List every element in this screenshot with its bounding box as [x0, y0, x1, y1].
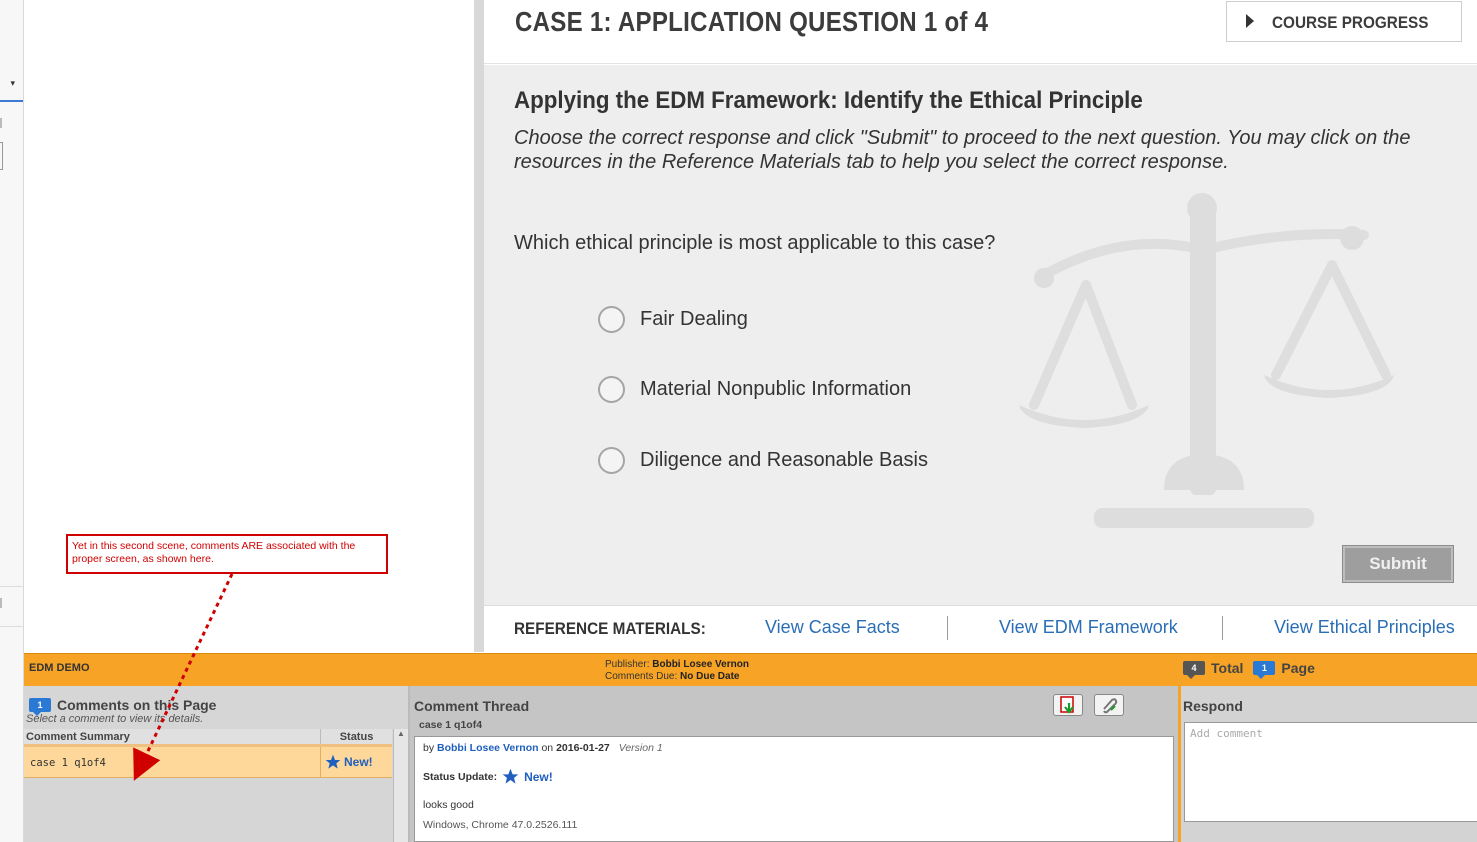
comment-date: 2016-01-27	[556, 742, 610, 754]
due-label: Comments Due:	[605, 671, 678, 682]
play-triangle-icon	[1246, 14, 1254, 28]
star-icon	[502, 768, 519, 784]
comment-thread-panel: Comment Thread case 1 q1of4 by Bobbi Los…	[410, 686, 1178, 842]
status-update-label: Status Update:	[423, 770, 498, 783]
pdf-download-icon[interactable]	[1053, 694, 1083, 716]
comment-totals: 4 Total 1 Page	[1183, 660, 1315, 679]
side-marker	[0, 598, 2, 608]
status-cell: New!	[321, 747, 392, 777]
side-marker	[0, 118, 2, 128]
publisher-name: Bobbi Losee Vernon	[652, 659, 749, 670]
project-name: EDM DEMO	[29, 662, 90, 674]
respond-panel: Respond	[1178, 686, 1477, 842]
comments-panel-subtitle: Select a comment to view its details.	[26, 713, 204, 725]
course-progress-button[interactable]: COURSE PROGRESS	[1226, 1, 1462, 42]
course-progress-label: COURSE PROGRESS	[1272, 13, 1429, 32]
page-title: CASE 1: APPLICATION QUESTION 1 of 4	[515, 6, 989, 37]
answer-option-material-nonpublic-information[interactable]: Material Nonpublic Information	[598, 376, 911, 403]
scales-of-justice-icon	[1019, 193, 1394, 528]
comment-count-badge: 1	[29, 698, 51, 716]
course-header: CASE 1: APPLICATION QUESTION 1 of 4 COUR…	[484, 0, 1477, 64]
link-separator	[1222, 616, 1223, 640]
comments-table: Comment Summary Status case 1 q1of4 New!	[24, 729, 392, 778]
due-value: No Due Date	[680, 671, 740, 682]
on-label: on	[541, 742, 554, 754]
question-content: Applying the EDM Framework: Identify the…	[484, 65, 1477, 605]
content-title: Applying the EDM Framework: Identify the…	[514, 87, 1143, 114]
chevron-down-icon: ▾	[10, 78, 15, 88]
column-header-status[interactable]: Status	[321, 729, 392, 744]
pdf-download-icon	[1060, 696, 1074, 714]
side-divider	[0, 626, 23, 627]
comment-browser-info: Windows, Chrome 47.0.2526.111	[423, 819, 578, 831]
table-row[interactable]: case 1 q1of4 New!	[24, 747, 392, 778]
side-dropdown[interactable]: ▾	[0, 66, 23, 102]
link-separator	[947, 616, 948, 640]
answer-option-diligence[interactable]: Diligence and Reasonable Basis	[598, 447, 928, 474]
add-comment-input[interactable]	[1184, 722, 1477, 822]
status-badge: New!	[524, 769, 553, 784]
comment-thread-entry: by Bobbi Losee Vernon on 2016-01-27 Vers…	[414, 736, 1174, 842]
status-badge: New!	[344, 755, 373, 769]
answer-option-label: Material Nonpublic Information	[640, 378, 912, 400]
reference-materials-label: REFERENCE MATERIALS:	[514, 619, 706, 638]
scroll-up-icon[interactable]: ▲	[397, 729, 405, 738]
publisher-info: Publisher: Bobbi Losee Vernon Comments D…	[605, 659, 749, 683]
side-divider	[0, 586, 23, 587]
radio-button[interactable]	[598, 447, 625, 474]
comments-on-page-panel: 1 Comments on this Page Select a comment…	[24, 686, 410, 842]
attachment-icon[interactable]	[1094, 694, 1124, 716]
view-case-facts-link[interactable]: View Case Facts	[765, 617, 900, 638]
question-text: Which ethical principle is most applicab…	[514, 232, 996, 254]
star-icon	[325, 754, 341, 769]
column-header-summary[interactable]: Comment Summary	[24, 729, 321, 744]
respond-title: Respond	[1183, 698, 1243, 714]
answer-option-label: Fair Dealing	[640, 308, 748, 330]
comment-byline: by Bobbi Losee Vernon on 2016-01-27 Vers…	[423, 742, 1165, 754]
answer-option-fair-dealing[interactable]: Fair Dealing	[598, 306, 748, 333]
annotation-callout: Yet in this second scene, comments ARE a…	[66, 534, 388, 574]
left-side-panel: ▾	[0, 0, 24, 842]
status-update: Status Update: New!	[423, 768, 1165, 785]
thread-subject: case 1 q1of4	[419, 719, 483, 731]
comment-body: looks good	[423, 799, 474, 811]
view-ethical-principles-link[interactable]: View Ethical Principles	[1274, 617, 1455, 638]
reference-materials-bar: REFERENCE MATERIALS: View Case Facts Vie…	[484, 605, 1477, 652]
total-count-badge: 4	[1183, 661, 1205, 679]
view-edm-framework-link[interactable]: View EDM Framework	[999, 617, 1178, 638]
comment-version: Version 1	[618, 742, 663, 754]
side-field[interactable]	[0, 142, 3, 170]
instructions-text: Choose the correct response and click "S…	[514, 127, 1411, 173]
comment-author[interactable]: Bobbi Losee Vernon	[437, 742, 539, 754]
page-count-badge: 1	[1253, 661, 1276, 679]
answer-option-label: Diligence and Reasonable Basis	[640, 449, 928, 471]
thread-title: Comment Thread	[414, 698, 530, 714]
comment-summary-cell: case 1 q1of4	[24, 747, 321, 777]
radio-button[interactable]	[598, 306, 625, 333]
review-header-bar: EDM DEMO Publisher: Bobbi Losee Vernon C…	[24, 653, 1477, 686]
page-label: Page	[1281, 660, 1315, 676]
table-header: Comment Summary Status	[24, 729, 392, 747]
comments-panel-title: Comments on this Page	[57, 697, 217, 713]
radio-button[interactable]	[598, 376, 625, 403]
pane-divider[interactable]	[474, 0, 484, 652]
by-label: by	[423, 742, 435, 754]
publisher-label: Publisher:	[605, 659, 650, 670]
total-label: Total	[1211, 660, 1244, 676]
attachment-icon	[1103, 698, 1118, 714]
submit-button[interactable]: Submit	[1342, 545, 1454, 583]
comments-scrollbar[interactable]: ▲	[393, 729, 408, 842]
app-window: ▾ CASE 1: APPLICATION QUESTION 1 of 4 CO…	[0, 0, 1477, 842]
